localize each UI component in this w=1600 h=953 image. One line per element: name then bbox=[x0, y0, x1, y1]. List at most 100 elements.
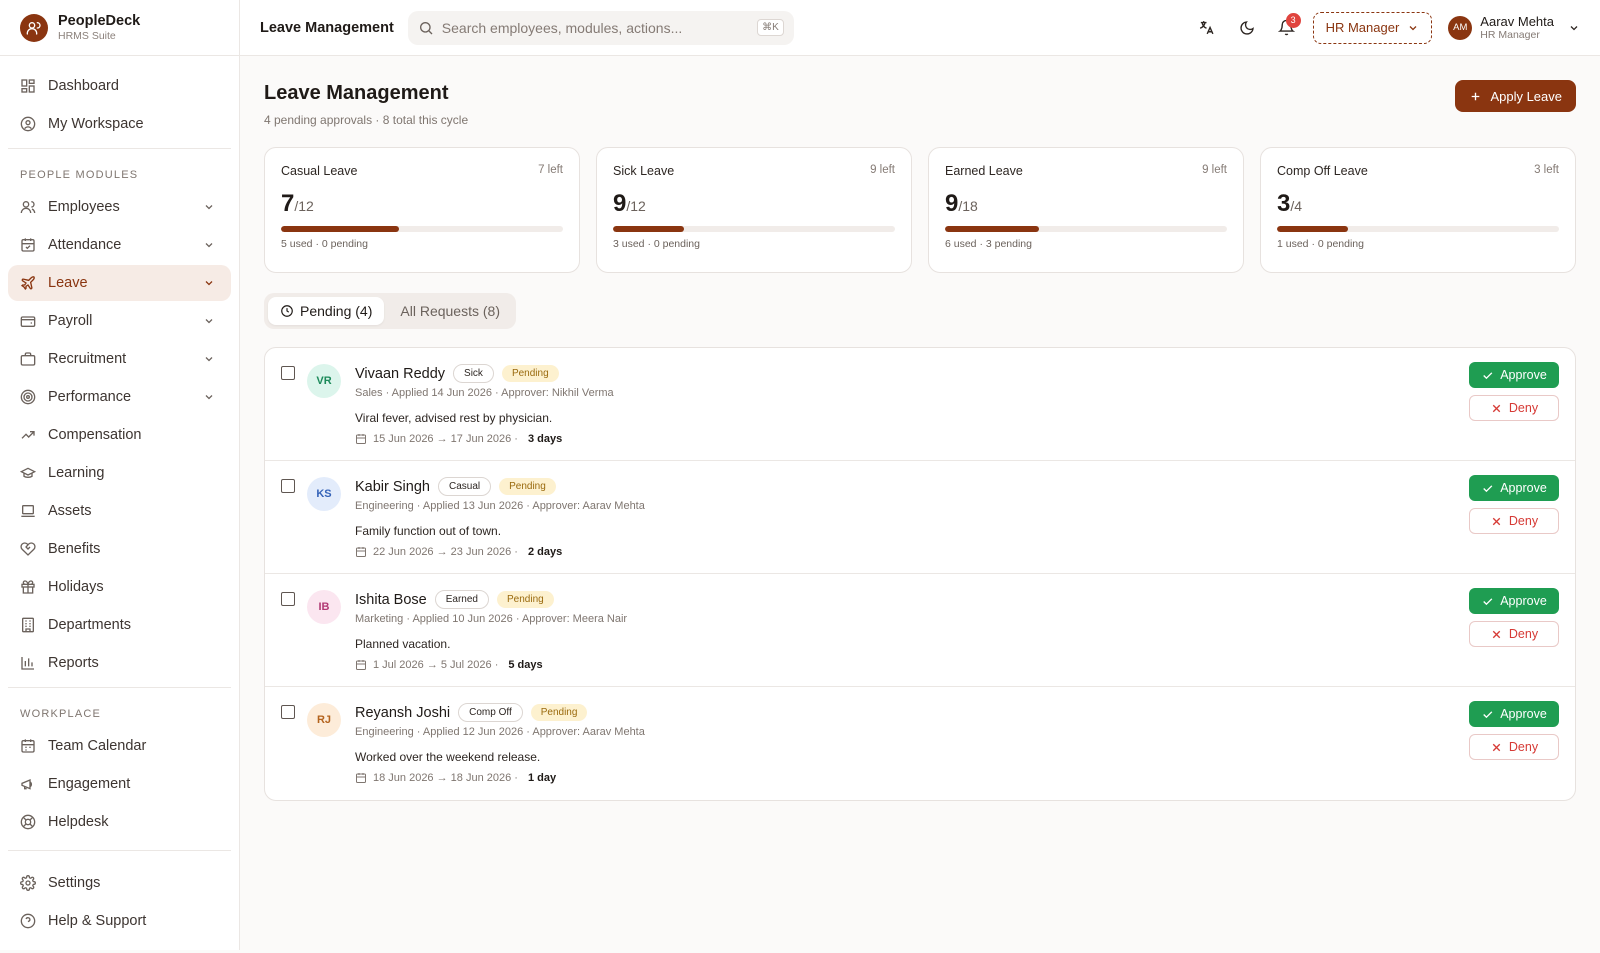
chevron-down-icon bbox=[205, 205, 213, 210]
divider bbox=[8, 687, 231, 688]
search-input[interactable] bbox=[441, 19, 758, 36]
request-row: IB Ishita Bose Earned Pending Marketing … bbox=[265, 574, 1575, 687]
users-icon bbox=[20, 201, 36, 214]
brand-logo-icon bbox=[20, 13, 48, 42]
sidebar: PeopleDeck HRMS Suite Dashboard My Works… bbox=[0, 0, 240, 950]
balance-progress bbox=[613, 226, 895, 232]
search-box[interactable]: ⌘K bbox=[407, 10, 794, 45]
balance-name: Casual Leave bbox=[281, 164, 358, 178]
sidebar-item-departments[interactable]: Departments bbox=[8, 607, 231, 643]
request-reason: Family function out of town. bbox=[355, 524, 502, 538]
balance-card-earned: Earned Leave 9 left 9/18 6 used · 3 pendi… bbox=[928, 147, 1244, 273]
sidebar-item-dashboard[interactable]: Dashboard bbox=[8, 68, 231, 104]
balance-left: 9 left bbox=[1202, 164, 1227, 176]
balance-name: Sick Leave bbox=[613, 164, 675, 178]
plus-icon bbox=[1472, 92, 1480, 100]
approve-button[interactable]: Approve bbox=[1469, 362, 1559, 388]
sidebar-item-label: Leave bbox=[48, 275, 88, 291]
request-reason: Worked over the weekend release. bbox=[355, 750, 541, 764]
sidebar-item-reports[interactable]: Reports bbox=[8, 645, 231, 681]
employee-name[interactable]: Ishita Bose bbox=[355, 592, 427, 608]
sidebar-item-my-workspace[interactable]: My Workspace bbox=[8, 106, 231, 142]
close-icon bbox=[1492, 404, 1501, 412]
row-checkbox[interactable] bbox=[281, 366, 295, 380]
search-icon bbox=[419, 21, 433, 34]
sidebar-item-label: Team Calendar bbox=[48, 738, 147, 754]
deny-button[interactable]: Deny bbox=[1469, 395, 1559, 421]
role-select[interactable]: HR Manager bbox=[1312, 11, 1433, 44]
sidebar-item-label: Employees bbox=[48, 199, 120, 215]
brand-name: PeopleDeck bbox=[58, 13, 141, 29]
row-checkbox[interactable] bbox=[281, 479, 295, 493]
sidebar-item-learning[interactable]: Learning bbox=[8, 455, 231, 491]
row-checkbox[interactable] bbox=[281, 592, 295, 606]
sidebar-item-attendance[interactable]: Attendance bbox=[8, 227, 231, 263]
chevron-down-icon bbox=[205, 243, 213, 248]
balance-progress-fill bbox=[281, 226, 399, 232]
notifications-button[interactable]: 3 bbox=[1267, 8, 1307, 48]
sidebar-item-benefits[interactable]: Benefits bbox=[8, 531, 231, 567]
row-checkbox[interactable] bbox=[281, 705, 295, 719]
request-meta: Engineering · Applied 12 Jun 2026 · Appr… bbox=[355, 726, 645, 738]
section-label-workplace: WORKPLACE bbox=[20, 708, 102, 720]
user-circle-icon bbox=[20, 116, 36, 132]
request-row: RJ Reyansh Joshi Comp Off Pending Engine… bbox=[265, 687, 1575, 800]
sidebar-item-label: Settings bbox=[48, 875, 101, 891]
section-label-people: PEOPLE MODULES bbox=[20, 169, 139, 181]
gear-icon bbox=[20, 875, 36, 891]
tab-pending[interactable]: Pending (4) bbox=[268, 297, 385, 325]
sidebar-item-holidays[interactable]: Holidays bbox=[8, 569, 231, 605]
user-name: Aarav Mehta bbox=[1480, 14, 1554, 29]
deny-button[interactable]: Deny bbox=[1469, 508, 1559, 534]
chevron-down-icon bbox=[205, 281, 213, 286]
language-button[interactable] bbox=[1187, 8, 1227, 48]
employee-name[interactable]: Vivaan Reddy bbox=[355, 366, 445, 382]
topbar: Leave Management ⌘K 3 HR Manager AM Aara… bbox=[240, 0, 1600, 56]
request-reason: Planned vacation. bbox=[355, 637, 451, 651]
employee-name[interactable]: Kabir Singh bbox=[355, 479, 430, 495]
laptop-icon bbox=[21, 505, 35, 517]
request-reason: Viral fever, advised rest by physician. bbox=[355, 411, 553, 425]
sidebar-item-compensation[interactable]: Compensation bbox=[8, 417, 231, 453]
balance-value: 3 bbox=[1277, 190, 1291, 217]
approve-button[interactable]: Approve bbox=[1469, 701, 1559, 727]
balance-name: Comp Off Leave bbox=[1277, 164, 1368, 178]
user-menu[interactable]: AM Aarav Mehta HR Manager bbox=[1448, 14, 1580, 41]
deny-button[interactable]: Deny bbox=[1469, 621, 1559, 647]
apply-leave-button[interactable]: Apply Leave bbox=[1455, 80, 1576, 112]
leave-type-badge: Sick bbox=[453, 364, 494, 383]
sidebar-item-team-calendar[interactable]: Team Calendar bbox=[8, 728, 231, 764]
approve-button[interactable]: Approve bbox=[1469, 588, 1559, 614]
sidebar-item-employees[interactable]: Employees bbox=[8, 189, 231, 225]
sidebar-item-helpdesk[interactable]: Helpdesk bbox=[8, 804, 231, 840]
balance-foot: 5 used · 0 pending bbox=[281, 238, 368, 250]
approve-button[interactable]: Approve bbox=[1469, 475, 1559, 501]
balance-total: /12 bbox=[626, 198, 646, 214]
graduation-cap-icon bbox=[20, 467, 36, 478]
status-badge: Pending bbox=[530, 704, 588, 721]
deny-button[interactable]: Deny bbox=[1469, 734, 1559, 760]
sidebar-item-recruitment[interactable]: Recruitment bbox=[8, 341, 231, 377]
tab-all-requests[interactable]: All Requests (8) bbox=[388, 297, 512, 325]
sidebar-item-performance[interactable]: Performance bbox=[8, 379, 231, 415]
apply-leave-label: Apply Leave bbox=[1490, 88, 1562, 104]
brand[interactable]: PeopleDeck HRMS Suite bbox=[0, 0, 239, 56]
sidebar-item-leave[interactable]: Leave bbox=[8, 265, 231, 301]
deny-label: Deny bbox=[1508, 627, 1539, 641]
sidebar-item-payroll[interactable]: Payroll bbox=[8, 303, 231, 339]
sidebar-item-label: Recruitment bbox=[48, 351, 127, 367]
sidebar-item-assets[interactable]: Assets bbox=[8, 493, 231, 529]
nav-top: Dashboard My Workspace PEOPLE MODULES Em… bbox=[0, 56, 239, 953]
sidebar-item-settings[interactable]: Settings bbox=[8, 865, 231, 901]
theme-toggle-button[interactable] bbox=[1227, 8, 1267, 48]
sidebar-item-label: Performance bbox=[48, 389, 132, 405]
date-range: 18 Jun 2026 → 18 Jun 2026 · bbox=[373, 772, 518, 784]
day-count: 5 days bbox=[508, 659, 543, 671]
tab-all-label: All Requests (8) bbox=[400, 303, 500, 319]
balance-card-comp-off: Comp Off Leave 3 left 3/4 1 used · 0 pend… bbox=[1260, 147, 1576, 273]
balance-card-sick: Sick Leave 9 left 9/12 3 used · 0 pending bbox=[596, 147, 912, 273]
employee-name[interactable]: Reyansh Joshi bbox=[355, 705, 450, 721]
heart-handshake-icon bbox=[20, 542, 36, 556]
sidebar-item-engagement[interactable]: Engagement bbox=[8, 766, 231, 802]
sidebar-item-help-support[interactable]: Help & Support bbox=[8, 903, 231, 939]
